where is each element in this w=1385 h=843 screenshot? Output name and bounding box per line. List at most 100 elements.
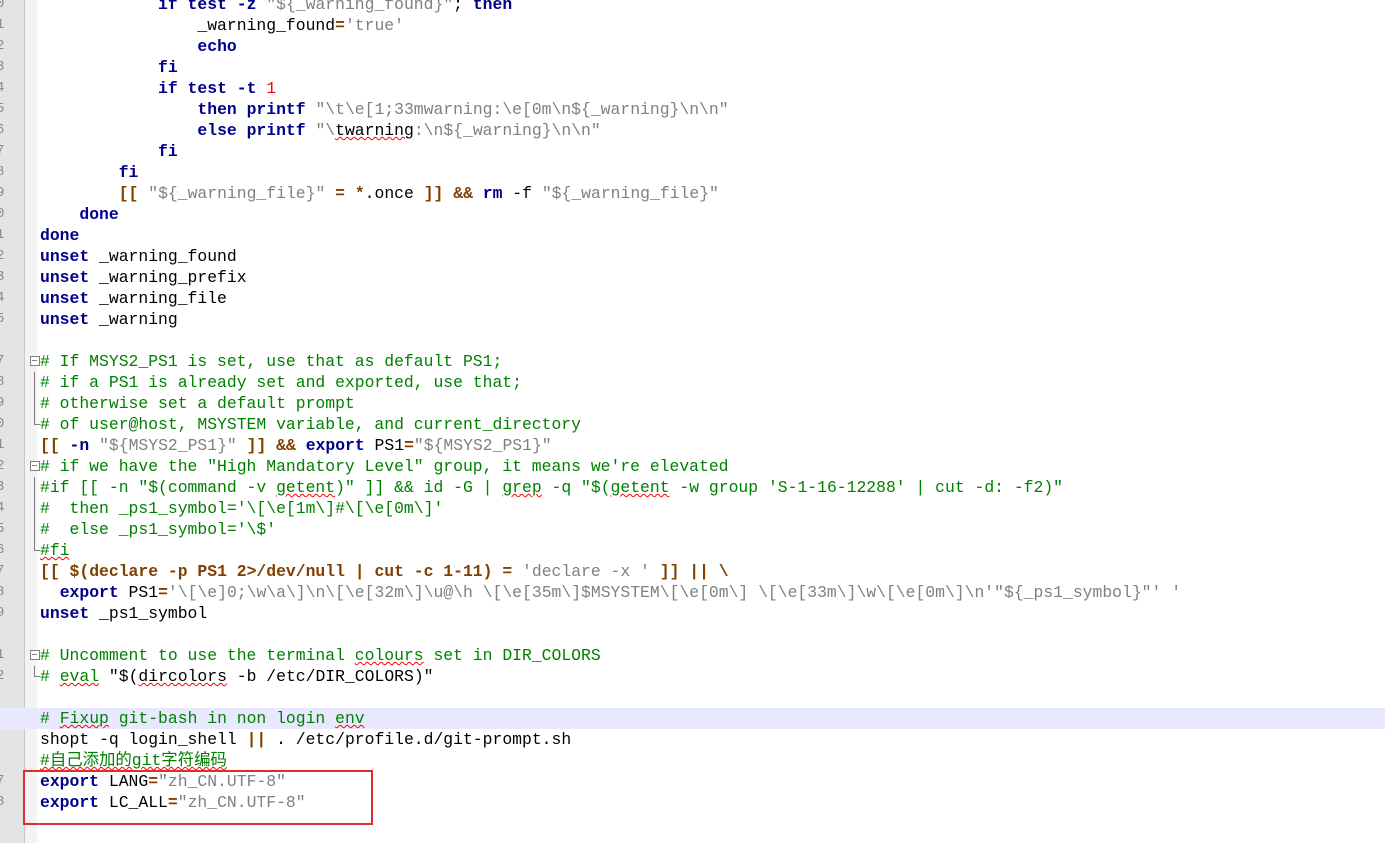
code-text: if test -t 1 xyxy=(40,78,276,99)
code-line[interactable]: 5 then printf "\t\e[1;33mwarning:\e[0m\n… xyxy=(0,99,1385,120)
line-number: 2 xyxy=(0,458,5,474)
code-token: # xyxy=(40,709,60,728)
code-line[interactable]: 9 [[ "${_warning_file}" = *.once ]] && r… xyxy=(0,183,1385,204)
code-line[interactable]: 2 echo xyxy=(0,36,1385,57)
code-line[interactable]: 0 # of user@host, MSYSTEM variable, and c… xyxy=(0,414,1385,435)
code-line[interactable]: 7 fi xyxy=(0,141,1385,162)
code-token: # then _ps1_symbol='\[\e[1m\]#\[\e[0m\]' xyxy=(40,499,444,518)
code-text: then printf "\t\e[1;33mwarning:\e[0m\n${… xyxy=(40,99,728,120)
code-line[interactable] xyxy=(0,330,1385,351)
code-line[interactable]: 0 if test -z "${_warning_found}"; then xyxy=(0,0,1385,15)
code-line[interactable]: 9 unset _ps1_symbol xyxy=(0,603,1385,624)
code-token: git-bash in non login xyxy=(108,709,336,728)
fold-toggle-icon[interactable] xyxy=(30,456,40,477)
code-token: PS1 xyxy=(364,436,405,455)
fold-toggle-icon[interactable] xyxy=(30,645,40,666)
code-token: -f xyxy=(502,184,542,203)
code-text: # If MSYS2_PS1 is set, use that as defau… xyxy=(40,351,502,372)
code-line[interactable]: 3 unset _warning_prefix xyxy=(0,267,1385,288)
code-text: unset _warning_found xyxy=(40,246,237,267)
line-number: 0 xyxy=(0,0,5,12)
code-text: echo xyxy=(40,36,237,57)
code-line[interactable]: 8 # if a PS1 is already set and exported,… xyxy=(0,372,1385,393)
code-line[interactable]: 6 #fi xyxy=(0,540,1385,561)
code-line[interactable]: 4 # then _ps1_symbol='\[\e[1m\]#\[\e[0m\]… xyxy=(0,498,1385,519)
code-token: unset xyxy=(40,310,90,329)
code-line[interactable]: 1 _warning_found='true' xyxy=(0,15,1385,36)
code-token: unset xyxy=(40,247,90,266)
line-number: 2 xyxy=(0,38,5,54)
code-token: * xyxy=(354,184,365,203)
code-line[interactable] xyxy=(0,624,1385,645)
code-token: unset xyxy=(40,268,90,287)
code-token: colours xyxy=(354,646,424,665)
code-line[interactable]: 1 done xyxy=(0,225,1385,246)
code-line[interactable]: 5 unset _warning xyxy=(0,309,1385,330)
code-editor[interactable]: 0 if test -z "${_warning_found}"; then 1 … xyxy=(0,0,1385,813)
code-token: echo xyxy=(197,37,237,56)
code-token: # otherwise set a default prompt xyxy=(40,394,355,413)
code-text: unset _warning_prefix xyxy=(40,267,247,288)
code-line[interactable]: 3 fi xyxy=(0,57,1385,78)
code-line[interactable]: 4 unset _warning_file xyxy=(0,288,1385,309)
code-token: . /etc/profile.d/git-prompt.sh xyxy=(266,730,572,749)
code-token: "${_warning_found}" xyxy=(266,0,454,14)
code-token: $(declare -p PS1 2>/dev/null | cut -c 1-… xyxy=(69,562,493,581)
code-token: -b /etc/DIR_COLORS)" xyxy=(226,667,434,686)
fold-line-icon xyxy=(30,498,40,519)
code-line[interactable]: 1 # Uncomment to use the terminal colours… xyxy=(0,645,1385,666)
line-number: 0 xyxy=(0,416,5,432)
line-number: 1 xyxy=(0,227,5,243)
code-line[interactable]: 6 else printf "\twarning:\n${_warning}\n… xyxy=(0,120,1385,141)
line-number: 3 xyxy=(0,269,5,285)
line-number: 7 xyxy=(0,353,5,369)
code-token: = xyxy=(158,583,168,602)
line-number: 7 xyxy=(0,563,5,579)
code-line[interactable]: 8 fi xyxy=(0,162,1385,183)
code-line[interactable]: shopt -q login_shell || . /etc/profile.d… xyxy=(0,729,1385,750)
code-token: && xyxy=(276,436,296,455)
code-line[interactable]: 0 done xyxy=(0,204,1385,225)
code-line[interactable]: 3 #if [[ -n "$(command -v getent)" ]] && … xyxy=(0,477,1385,498)
line-number: 9 xyxy=(0,185,5,201)
code-token: # of user@host, MSYSTEM variable, and cu… xyxy=(40,415,581,434)
code-line[interactable]: 8 export PS1='\[\e]0;\w\a\]\n\[\e[32m\]\… xyxy=(0,582,1385,603)
fold-toggle-icon[interactable] xyxy=(30,351,40,372)
code-line[interactable]: 9 # otherwise set a default prompt xyxy=(0,393,1385,414)
code-line[interactable]: 5 # else _ps1_symbol='\$' xyxy=(0,519,1385,540)
code-token: #自己添加的git字符编码 xyxy=(40,751,227,770)
code-line[interactable]: 4 if test -t 1 xyxy=(0,78,1385,99)
code-text: if test -z "${_warning_found}"; then xyxy=(40,0,512,15)
code-line[interactable]: #自己添加的git字符编码 xyxy=(0,750,1385,771)
code-line[interactable]: 7 [[ $(declare -p PS1 2>/dev/null | cut -… xyxy=(0,561,1385,582)
code-token: _ps1_symbol xyxy=(89,604,208,623)
code-token: # Uncomment to use the terminal xyxy=(40,646,355,665)
code-line[interactable]: 7 # If MSYS2_PS1 is set, use that as defa… xyxy=(0,351,1385,372)
code-token: unset xyxy=(40,604,90,623)
code-token: # if we have the "High Mandatory Level" … xyxy=(40,457,729,476)
line-number: 6 xyxy=(0,542,5,558)
code-line[interactable] xyxy=(0,687,1385,708)
code-text: else printf "\twarning:\n${_warning}\n\n… xyxy=(40,120,600,141)
code-line[interactable]: 2 # if we have the "High Mandatory Level"… xyxy=(0,456,1385,477)
line-number: 6 xyxy=(0,122,5,138)
code-token: done xyxy=(40,226,80,245)
code-line[interactable]: 2 # eval "$(dircolors -b /etc/DIR_COLORS)… xyxy=(0,666,1385,687)
code-line[interactable]: 1[[ -n "${MSYS2_PS1}" ]] && export PS1="… xyxy=(0,435,1385,456)
code-text: #fi xyxy=(40,540,70,561)
code-token: # if a PS1 is already set and exported, … xyxy=(40,373,522,392)
fold-line-icon xyxy=(30,666,40,687)
line-number: 8 xyxy=(0,584,5,600)
code-line[interactable]: 2 unset _warning_found xyxy=(0,246,1385,267)
code-line[interactable]: # Fixup git-bash in non login env xyxy=(0,708,1385,729)
code-text: unset _warning_file xyxy=(40,288,227,309)
